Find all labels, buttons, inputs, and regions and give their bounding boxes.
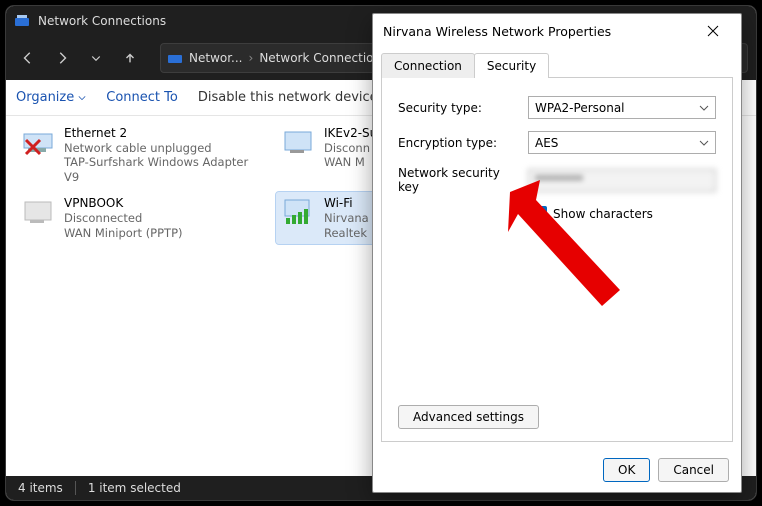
breadcrumb-seg[interactable]: Networ... — [189, 51, 243, 65]
window-icon — [14, 13, 30, 29]
chevron-down-icon — [78, 94, 86, 102]
breadcrumb-icon — [167, 50, 183, 66]
chevron-right-icon: › — [245, 51, 258, 65]
forward-button[interactable] — [48, 44, 76, 72]
tabs: Connection Security — [373, 52, 741, 77]
security-type-dropdown[interactable]: WPA2-Personal — [528, 96, 716, 119]
nic-icon — [22, 196, 58, 228]
window-title: Network Connections — [38, 14, 166, 28]
up-button[interactable] — [116, 44, 144, 72]
network-key-label: Network security key — [398, 166, 518, 194]
recent-button[interactable] — [82, 44, 110, 72]
wifi-nic-icon — [282, 196, 318, 228]
show-characters-label[interactable]: Show characters — [553, 207, 653, 221]
cancel-button[interactable]: Cancel — [658, 458, 729, 482]
encryption-type-label: Encryption type: — [398, 136, 518, 150]
adapter-ethernet2[interactable]: Ethernet 2 Network cable unplugged TAP-S… — [16, 122, 266, 188]
security-type-label: Security type: — [398, 101, 518, 115]
adapter-vpnbook[interactable]: VPNBOOK Disconnected WAN Miniport (PPTP) — [16, 192, 266, 244]
dialog-buttons: OK Cancel — [373, 450, 741, 492]
security-panel: Security type: WPA2-Personal Encryption … — [381, 77, 733, 442]
items-count: 4 items — [18, 481, 63, 495]
chevron-down-icon — [699, 138, 709, 148]
wifi-properties-dialog: Nirvana Wireless Network Properties Conn… — [372, 13, 742, 493]
nic-icon — [22, 126, 58, 158]
dialog-titlebar: Nirvana Wireless Network Properties — [373, 14, 741, 48]
connect-to-button[interactable]: Connect To — [106, 90, 178, 105]
back-button[interactable] — [14, 44, 42, 72]
organize-menu[interactable]: Organize — [16, 90, 86, 105]
check-icon — [534, 208, 545, 219]
close-button[interactable] — [695, 18, 731, 44]
chevron-down-icon — [699, 103, 709, 113]
advanced-settings-button[interactable]: Advanced settings — [398, 405, 539, 429]
dialog-title: Nirvana Wireless Network Properties — [383, 24, 611, 39]
tab-security[interactable]: Security — [474, 53, 549, 78]
breadcrumb-seg[interactable]: Network Connections — [259, 51, 387, 65]
nic-icon — [282, 126, 318, 158]
encryption-type-dropdown[interactable]: AES — [528, 131, 716, 154]
disable-device-button[interactable]: Disable this network device — [198, 90, 378, 105]
network-key-input[interactable]: ******** — [528, 169, 716, 192]
ok-button[interactable]: OK — [603, 458, 650, 482]
tab-connection[interactable]: Connection — [381, 53, 475, 78]
selection-count: 1 item selected — [88, 481, 181, 495]
close-icon — [707, 25, 719, 37]
show-characters-checkbox[interactable] — [532, 206, 547, 221]
